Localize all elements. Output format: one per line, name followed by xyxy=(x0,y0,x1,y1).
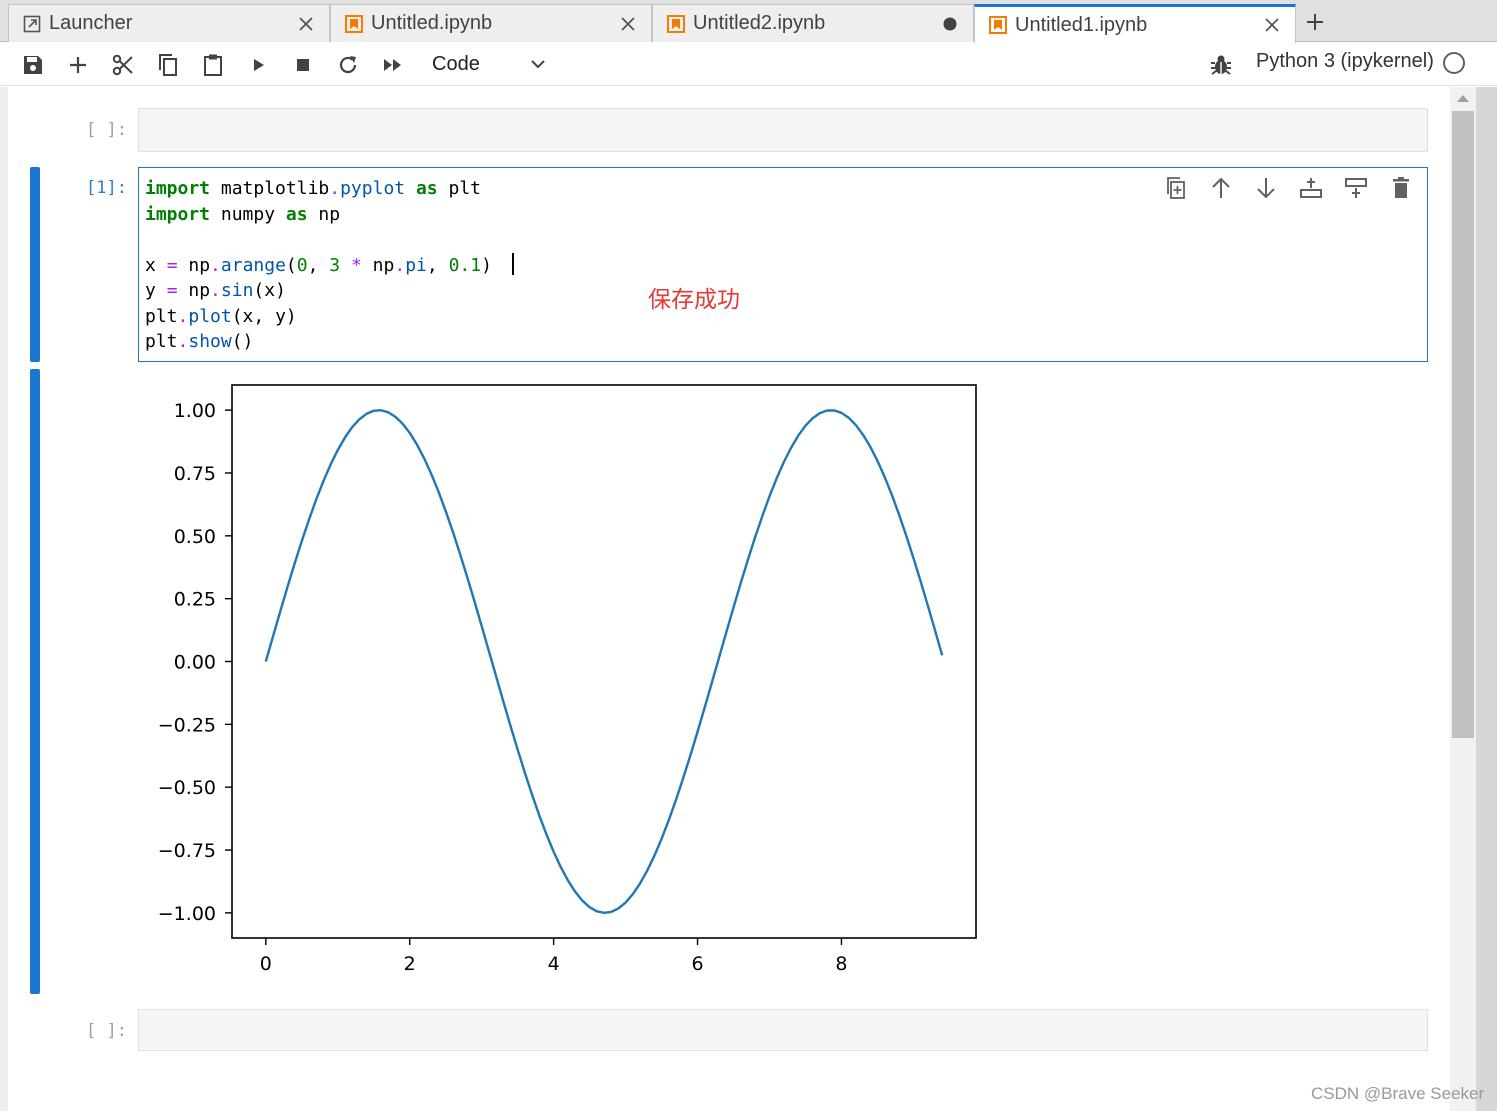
tab-untitled2[interactable]: Untitled2.ipynb xyxy=(652,4,974,42)
plot-output: 0 2 4 6 8 1.00 0.75 0.50 0.25 0.00 −0.25 −0.50 −0.75… xyxy=(158,384,977,975)
tab-untitled1[interactable]: Untitled1.ipynb xyxy=(974,4,1296,43)
chevron-down-icon xyxy=(528,54,548,74)
input-prompt: [ ]: xyxy=(86,1021,127,1041)
input-prompt-active: [1]: xyxy=(86,178,127,198)
y-tick-label: 0.00 xyxy=(174,652,216,674)
close-icon[interactable] xyxy=(1261,14,1283,36)
tab-untitled[interactable]: Untitled.ipynb xyxy=(330,4,652,42)
move-up-icon[interactable] xyxy=(1208,175,1234,201)
stop-icon[interactable] xyxy=(289,51,317,79)
tab-label: Untitled1.ipynb xyxy=(1015,13,1148,36)
add-icon[interactable] xyxy=(64,51,92,79)
duplicate-icon[interactable] xyxy=(1163,175,1189,201)
tab-bar: Launcher Untitled.ipynb Untitled2.ipynb … xyxy=(0,0,1497,43)
tab-label: Launcher xyxy=(49,12,133,34)
y-tick-label: 0.50 xyxy=(174,526,216,548)
y-tick-label: −0.25 xyxy=(158,714,216,736)
cell-type-value: Code xyxy=(432,52,480,75)
right-edge xyxy=(1476,87,1497,1111)
run-icon[interactable] xyxy=(244,51,272,79)
cut-icon[interactable] xyxy=(109,51,137,79)
kernel-name[interactable]: Python 3 (ipykernel) xyxy=(1256,50,1434,73)
empty-code-cell[interactable] xyxy=(138,1009,1428,1051)
scroll-up-arrow-icon[interactable] xyxy=(1457,95,1469,102)
insert-below-icon[interactable] xyxy=(1343,175,1369,201)
move-down-icon[interactable] xyxy=(1253,175,1279,201)
scrollbar-thumb[interactable] xyxy=(1452,111,1474,738)
debugger-bug-icon[interactable] xyxy=(1208,52,1234,78)
code-line-2: import numpy as np xyxy=(145,203,341,225)
copy-icon[interactable] xyxy=(154,51,182,79)
add-tab-icon[interactable] xyxy=(1300,6,1330,38)
input-collapser[interactable] xyxy=(30,167,40,362)
close-icon[interactable] xyxy=(617,13,639,35)
x-tick-label: 2 xyxy=(404,953,416,975)
axes-frame xyxy=(231,384,977,939)
y-tick-label: 0.75 xyxy=(174,463,216,485)
notebook-toolbar: Code Python 3 (ipykernel) xyxy=(0,43,1497,86)
code-line-7: plt.show() xyxy=(145,331,254,352)
x-tick-label: 6 xyxy=(691,953,703,975)
code-line-6: plt.plot(x, y) xyxy=(145,305,297,327)
close-icon[interactable] xyxy=(295,13,317,35)
left-gutter xyxy=(0,87,8,1111)
save-icon[interactable] xyxy=(19,51,47,79)
empty-code-cell[interactable] xyxy=(138,108,1428,152)
code-line-5: y = np.sin(x) xyxy=(145,280,286,301)
watermark: CSDN @Brave Seeker xyxy=(1311,1084,1485,1103)
kernel-idle-icon xyxy=(1443,52,1465,74)
notebook-icon xyxy=(667,14,685,33)
text-cursor xyxy=(511,252,514,275)
insert-above-icon[interactable] xyxy=(1298,175,1324,201)
sine-series-line xyxy=(264,409,944,915)
vertical-scrollbar[interactable] xyxy=(1450,87,1476,1111)
y-tick-label: 1.00 xyxy=(174,400,216,422)
launcher-icon xyxy=(23,15,41,33)
delete-icon[interactable] xyxy=(1388,175,1414,201)
code-text[interactable]: import matplotlib.pyplot as plt import n… xyxy=(145,176,514,355)
input-prompt: [ ]: xyxy=(86,120,127,140)
restart-icon[interactable] xyxy=(334,51,362,79)
notebook-icon xyxy=(989,16,1007,34)
notebook-icon xyxy=(345,14,363,33)
output-collapser[interactable] xyxy=(30,369,40,994)
x-tick-label: 8 xyxy=(835,953,847,975)
y-tick-label: 0.25 xyxy=(174,589,216,611)
y-tick-label: −0.50 xyxy=(158,777,216,799)
y-tick-label: −1.00 xyxy=(158,903,216,925)
code-line-4: x = np.arange(0, 3 * np.pi, 0.1) xyxy=(145,252,514,276)
paste-icon[interactable] xyxy=(199,51,227,79)
fast-forward-icon[interactable] xyxy=(379,51,407,79)
code-editor[interactable]: import matplotlib.pyplot as plt import n… xyxy=(138,167,1428,362)
code-line-1: import matplotlib.pyplot as plt xyxy=(145,178,482,199)
tab-launcher[interactable]: Launcher xyxy=(8,4,330,42)
cell-type-select[interactable]: Code xyxy=(424,49,554,79)
save-success-message: 保存成功 xyxy=(648,287,740,313)
tab-label: Untitled.ipynb xyxy=(371,12,493,34)
tab-label: Untitled2.ipynb xyxy=(693,12,826,34)
x-tick-label: 4 xyxy=(548,953,560,975)
unsaved-dot-icon[interactable] xyxy=(939,13,961,35)
y-tick-label: −0.75 xyxy=(158,840,216,862)
x-tick-label: 0 xyxy=(260,953,272,975)
